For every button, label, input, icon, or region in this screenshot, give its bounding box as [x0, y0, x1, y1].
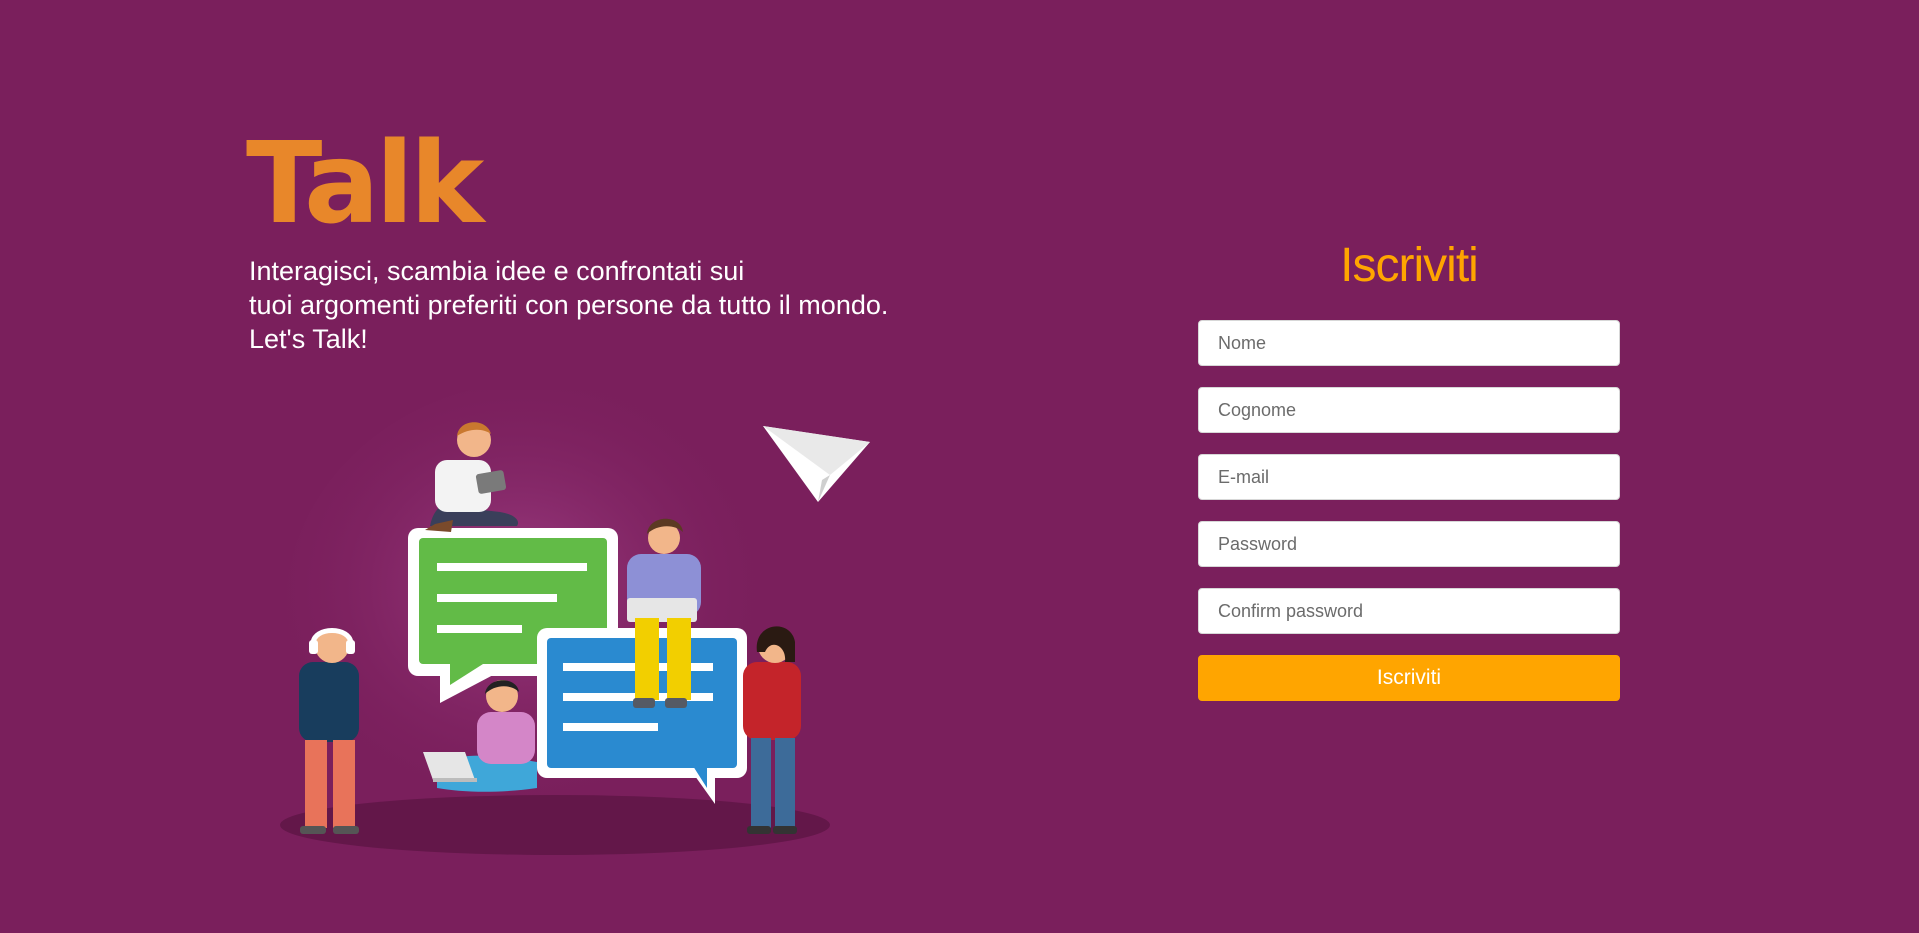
- signup-title: Iscriviti: [1340, 239, 1479, 292]
- password-field[interactable]: [1198, 521, 1620, 567]
- tagline-line-2: tuoi argomenti preferiti con persone da …: [249, 290, 889, 320]
- paper-plane-icon: [763, 426, 870, 502]
- email-field[interactable]: [1198, 454, 1620, 500]
- brand-logo: Talk: [246, 119, 484, 249]
- signup-form: Iscriviti: [1198, 320, 1620, 701]
- signup-page: Talk Interagisci, scambia idee e confron…: [0, 0, 1919, 933]
- tagline-line-3: Let's Talk!: [249, 324, 368, 354]
- signup-submit-button[interactable]: Iscriviti: [1198, 655, 1620, 701]
- nome-field[interactable]: [1198, 320, 1620, 366]
- tagline: Interagisci, scambia idee e confrontati …: [249, 254, 888, 356]
- tagline-line-1: Interagisci, scambia idee e confrontati …: [249, 256, 745, 286]
- confirm-password-field[interactable]: [1198, 588, 1620, 634]
- cognome-field[interactable]: [1198, 387, 1620, 433]
- people-chatting-illustration: [280, 390, 870, 855]
